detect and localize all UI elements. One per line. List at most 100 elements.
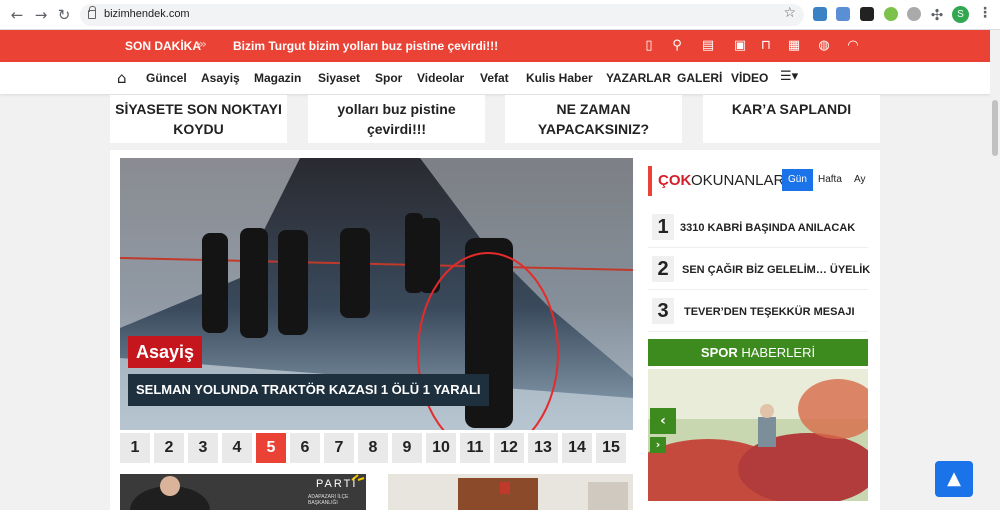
search-icon[interactable]: ⚲ xyxy=(669,38,685,54)
menu-item-video[interactable]: VİDEO xyxy=(731,71,768,85)
id-card-icon[interactable]: ▤ xyxy=(700,38,716,54)
sports-next-button[interactable]: › xyxy=(650,437,666,453)
main-menu: ⌂ Güncel Asayiş Magazin Siyaset Spor Vid… xyxy=(0,62,990,94)
menu-item-magazin[interactable]: Magazin xyxy=(254,71,301,85)
breaking-news-bar: SON DAKİKA ››› Bizim Turgut bizim yollar… xyxy=(0,30,990,62)
tab-gun[interactable]: Gün xyxy=(782,169,813,191)
rank-title[interactable]: 3310 KABRİ BAŞINDA ANILACAK xyxy=(680,222,855,234)
card-line: NE ZAMAN xyxy=(556,101,631,117)
slider-page-12[interactable]: 12 xyxy=(494,433,524,463)
extension-green-icon[interactable] xyxy=(884,7,898,21)
headline-card[interactable]: SİYASETE SON NOKTAYI KOYDU xyxy=(110,95,287,143)
slider-page-14[interactable]: 14 xyxy=(562,433,592,463)
breaking-headline[interactable]: Bizim Turgut bizim yolları buz pistine ç… xyxy=(233,39,498,53)
headline-card[interactable]: KAR’A SAPLANDI xyxy=(703,95,880,143)
profile-avatar[interactable]: S xyxy=(952,6,969,23)
page-scrollbar[interactable] xyxy=(990,30,1000,510)
party-subcaption: ADAPAZARI İLÇE BAŞKANLIĞI xyxy=(308,494,349,506)
slider-page-15[interactable]: 15 xyxy=(596,433,626,463)
scroll-to-top-button[interactable]: ▲ xyxy=(935,461,973,497)
menu-dots-icon[interactable]: ⋮ xyxy=(978,5,992,21)
slider-page-3[interactable]: 3 xyxy=(188,433,218,463)
star-icon[interactable]: ☆ xyxy=(783,5,796,21)
tab-ay[interactable]: Ay xyxy=(848,169,872,191)
address-bar[interactable]: bizimhendek.com ☆ xyxy=(80,4,804,26)
menu-item-galeri[interactable]: GALERİ xyxy=(677,71,722,85)
sports-news-image[interactable] xyxy=(648,369,868,501)
news-thumbnail[interactable] xyxy=(388,474,633,510)
keyboard-icon[interactable]: ▦ xyxy=(786,38,802,54)
menu-item-videolar[interactable]: Videolar xyxy=(417,71,464,85)
sports-prev-button[interactable]: ‹ xyxy=(650,408,676,434)
menu-item-yazarlar[interactable]: YAZARLAR xyxy=(606,71,671,85)
most-read-title: OKUNANLAR xyxy=(691,172,785,189)
extension-gray-icon[interactable] xyxy=(907,7,921,21)
tab-hafta[interactable]: Hafta xyxy=(812,169,848,191)
extension-box-icon[interactable] xyxy=(860,7,874,21)
menu-item-asayis[interactable]: Asayiş xyxy=(201,71,240,85)
most-read-item[interactable]: 3 TEVER’DEN TEŞEKKÜR MESAJI xyxy=(648,292,868,332)
menu-item-vefat[interactable]: Vefat xyxy=(480,71,509,85)
slider-page-4[interactable]: 4 xyxy=(222,433,252,463)
rank-title[interactable]: SEN ÇAĞIR BİZ GELELİM… ÜYELİK xyxy=(682,264,870,276)
sports-header: SPOR HABERLERİ xyxy=(648,339,868,366)
slider-page-5[interactable]: 5 xyxy=(256,433,286,463)
extension-person-icon[interactable] xyxy=(813,7,827,21)
slider-page-9[interactable]: 9 xyxy=(392,433,422,463)
lock-icon xyxy=(88,6,96,19)
slider-page-13[interactable]: 13 xyxy=(528,433,558,463)
rank-number: 1 xyxy=(652,214,674,240)
office-photo xyxy=(388,474,633,510)
more-menu-icon[interactable]: ☰▾ xyxy=(780,69,798,84)
home-icon[interactable]: ⌂ xyxy=(117,69,127,87)
browser-toolbar: ← → ↻ bizimhendek.com ☆ ✣ S ⋮ xyxy=(0,0,1000,30)
news-thumbnail[interactable]: PARTİ ADAPAZARI İLÇE BAŞKANLIĞI xyxy=(120,474,366,510)
slider-page-8[interactable]: 8 xyxy=(358,433,388,463)
slider-page-11[interactable]: 11 xyxy=(460,433,490,463)
scroll-thumb[interactable] xyxy=(992,100,998,156)
rank-title[interactable]: TEVER’DEN TEŞEKKÜR MESAJI xyxy=(684,306,855,318)
slider-headline[interactable]: SELMAN YOLUNDA TRAKTÖR KAZASI 1 ÖLÜ 1 YA… xyxy=(128,374,489,406)
menu-item-spor[interactable]: Spor xyxy=(375,71,402,85)
slider-page-10[interactable]: 10 xyxy=(426,433,456,463)
most-read-header: ÇOK OKUNANLAR Gün Hafta Ay xyxy=(648,166,868,196)
rank-number: 3 xyxy=(652,298,674,324)
slider-page-6[interactable]: 6 xyxy=(290,433,320,463)
puzzle-icon[interactable]: ✣ xyxy=(928,6,946,24)
card-line: KOYDU xyxy=(173,121,224,137)
sports-title: HABERLERİ xyxy=(741,345,816,360)
chevrons-icon: ››› xyxy=(196,37,207,51)
globe-icon[interactable]: ◍ xyxy=(816,38,832,54)
briefcase-icon[interactable]: ▣ xyxy=(732,38,748,54)
url-text[interactable]: bizimhendek.com xyxy=(104,8,190,20)
card-line: SİYASETE SON NOKTAYI xyxy=(115,101,282,117)
forward-icon[interactable]: → xyxy=(32,6,50,24)
slider-page-7[interactable]: 7 xyxy=(324,433,354,463)
card-line: çevirdi!!! xyxy=(366,121,427,137)
most-read-item[interactable]: 2 SEN ÇAĞIR BİZ GELELİM… ÜYELİK xyxy=(648,250,870,290)
rss-icon[interactable]: ◠ xyxy=(845,38,861,54)
extension-chart-icon[interactable] xyxy=(836,7,850,21)
most-read-item[interactable]: 1 3310 KABRİ BAŞINDA ANILACAK xyxy=(648,208,868,248)
category-badge[interactable]: Asayiş xyxy=(128,336,203,368)
bookmark-icon[interactable]: ⊓ xyxy=(758,38,774,54)
mobile-icon[interactable]: ▯ xyxy=(641,38,657,54)
menu-item-kulis[interactable]: Kulis Haber xyxy=(526,71,593,85)
reload-icon[interactable]: ↻ xyxy=(55,6,73,24)
party-caption: PARTİ xyxy=(316,478,358,490)
back-icon[interactable]: ← xyxy=(8,6,26,24)
menu-item-guncel[interactable]: Güncel xyxy=(146,71,187,85)
slider-page-2[interactable]: 2 xyxy=(154,433,184,463)
card-line: yolları buz pistine xyxy=(337,101,456,117)
sports-title-bold: SPOR xyxy=(700,345,738,360)
headline-card[interactable]: NE ZAMAN YAPACAKSINIZ? xyxy=(505,95,682,143)
headline-card[interactable]: yolları buz pistine çevirdi!!! xyxy=(308,95,485,143)
card-line: KAR’A SAPLANDI xyxy=(731,101,852,117)
card-line: YAPACAKSINIZ? xyxy=(537,121,650,137)
menu-item-siyaset[interactable]: Siyaset xyxy=(318,71,360,85)
rank-number: 2 xyxy=(652,256,674,282)
most-read-title-bold: ÇOK xyxy=(658,172,692,189)
breaking-label: SON DAKİKA xyxy=(125,39,202,53)
slider-page-1[interactable]: 1 xyxy=(120,433,150,463)
sports-photo xyxy=(648,369,868,501)
